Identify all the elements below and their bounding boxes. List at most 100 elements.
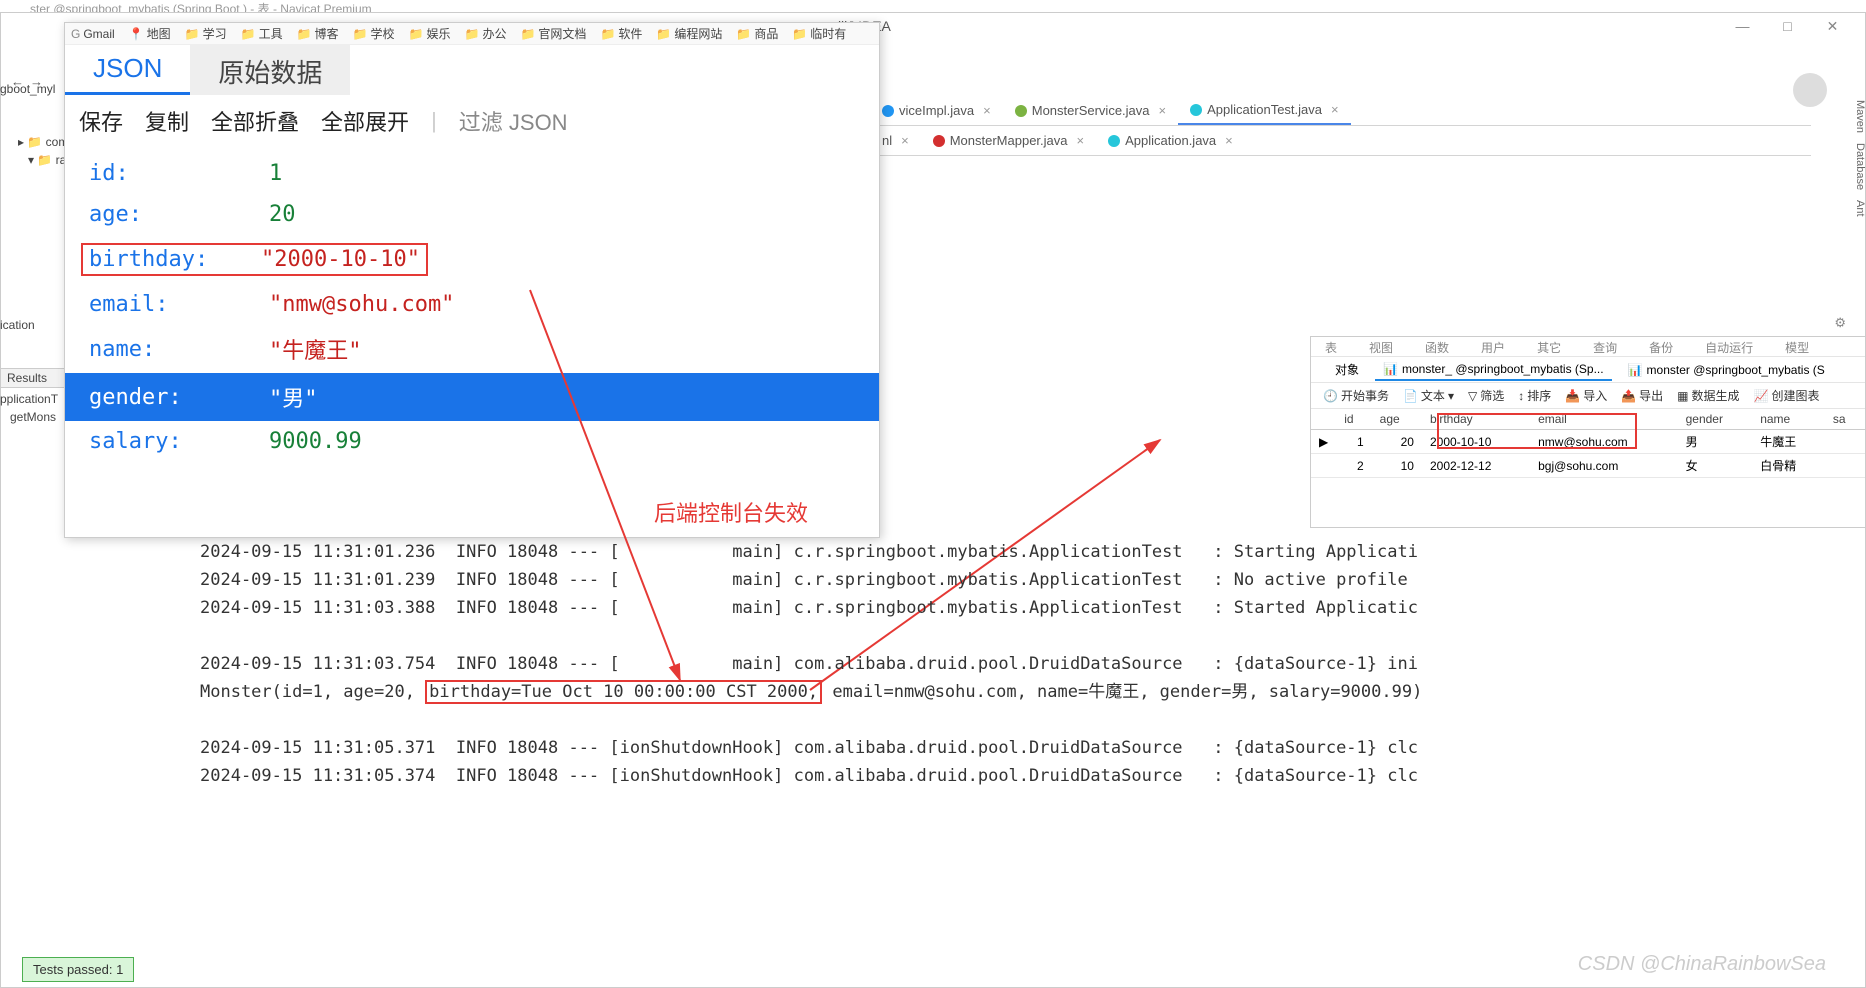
navicat-menu-item[interactable]: 模型 bbox=[1785, 339, 1809, 354]
bookmark-item[interactable]: 📁 编程网站 bbox=[656, 25, 722, 42]
navicat-menu-item[interactable]: 自动运行 bbox=[1705, 339, 1753, 354]
bookmark-item[interactable]: 📁 博客 bbox=[297, 25, 339, 42]
bookmark-item[interactable]: 📁 软件 bbox=[600, 25, 642, 42]
window-close-button[interactable]: ✕ bbox=[1810, 18, 1855, 35]
table-row[interactable]: 2102002-12-12bgj@sohu.com女白骨精 bbox=[1311, 454, 1865, 478]
right-tool-strip: MavenDatabaseAnt bbox=[1834, 96, 1866, 221]
annotation-backend-console-ineffective: 后端控制台失效 bbox=[654, 496, 808, 528]
close-icon[interactable]: × bbox=[1077, 133, 1085, 148]
editor-tab[interactable]: Application.java× bbox=[1096, 126, 1245, 155]
toolbar-separator: | bbox=[431, 108, 437, 134]
project-breadcrumb-fragment: gboot_myl bbox=[0, 82, 65, 96]
bookmark-item[interactable]: 📁 商品 bbox=[736, 25, 778, 42]
bookmark-item[interactable]: 📁 临时有 bbox=[792, 25, 846, 42]
json-body: id:1age:20birthday:"2000-10-10"email:"nm… bbox=[65, 147, 879, 468]
column-header[interactable]: name bbox=[1752, 409, 1825, 430]
save-button[interactable]: 保存 bbox=[79, 105, 123, 137]
navicat-menu-item[interactable]: 表 bbox=[1325, 339, 1337, 354]
export-button[interactable]: 📤 导出 bbox=[1621, 387, 1663, 404]
console-line: 2024-09-15 11:31:01.239 INFO 18048 --- [… bbox=[200, 566, 1846, 594]
navicat-menu-item[interactable]: 查询 bbox=[1593, 339, 1617, 354]
json-view-tabs: JSON 原始数据 bbox=[65, 45, 879, 95]
close-icon[interactable]: × bbox=[983, 103, 991, 118]
test-results-label[interactable]: Results bbox=[0, 368, 65, 388]
editor-tab[interactable]: MonsterMapper.java× bbox=[921, 126, 1096, 155]
close-icon[interactable]: × bbox=[1331, 102, 1339, 117]
bookmark-item[interactable]: 📁 娱乐 bbox=[409, 25, 451, 42]
navicat-tab-monster1[interactable]: 📊 monster_ @springboot_mybatis (Sp... bbox=[1375, 359, 1612, 381]
bookmark-item[interactable]: 📍 地图 bbox=[129, 25, 171, 42]
tool-maven[interactable]: Maven bbox=[1834, 96, 1866, 137]
editor-tabs-row1: viceImpl.java×MonsterService.java×Applic… bbox=[870, 96, 1811, 126]
column-header[interactable]: sa bbox=[1825, 409, 1865, 430]
tool-ant[interactable]: Ant bbox=[1834, 196, 1866, 221]
console-line: 2024-09-15 11:31:01.236 INFO 18048 --- [… bbox=[200, 538, 1846, 566]
tab-raw-data[interactable]: 原始数据 bbox=[190, 45, 350, 95]
window-minimize-button[interactable]: — bbox=[1720, 18, 1765, 34]
navicat-menu-item[interactable]: 其它 bbox=[1537, 339, 1561, 354]
json-row-gender[interactable]: gender:"男" bbox=[65, 373, 879, 421]
begin-transaction-button[interactable]: 🕘 开始事务 bbox=[1323, 387, 1389, 404]
tab-json[interactable]: JSON bbox=[65, 45, 190, 95]
sort-button[interactable]: ↕ 排序 bbox=[1518, 387, 1551, 404]
bookmark-bar: G Gmail 📍 地图 📁 学习 📁 工具 📁 博客 📁 学校 📁 娱乐 📁 办公 📁 官网文… bbox=[65, 23, 879, 45]
column-header[interactable]: gender bbox=[1678, 409, 1753, 430]
filter-json-input[interactable]: 过滤 JSON bbox=[459, 105, 568, 137]
navicat-menu-item[interactable]: 视图 bbox=[1369, 339, 1393, 354]
bookmark-item[interactable]: G Gmail bbox=[71, 27, 115, 41]
watermark: CSDN @ChinaRainbowSea bbox=[1578, 953, 1826, 976]
json-row-salary[interactable]: salary:9000.99 bbox=[65, 421, 879, 462]
collapse-all-button[interactable]: 全部折叠 bbox=[211, 105, 299, 137]
close-icon[interactable]: × bbox=[901, 133, 909, 148]
import-button[interactable]: 📥 导入 bbox=[1565, 387, 1607, 404]
json-row-id[interactable]: id:1 bbox=[65, 153, 879, 194]
close-icon[interactable]: × bbox=[1159, 103, 1167, 118]
editor-tab[interactable]: ApplicationTest.java× bbox=[1178, 96, 1351, 125]
navicat-tab-objects[interactable]: 对象 bbox=[1327, 358, 1367, 381]
application-panel-label[interactable]: ication bbox=[0, 318, 65, 332]
close-icon[interactable]: × bbox=[1225, 133, 1233, 148]
tool-database[interactable]: Database bbox=[1834, 139, 1866, 194]
editor-tab[interactable]: MonsterService.java× bbox=[1003, 96, 1178, 125]
editor-tabs-row2: nl×MonsterMapper.java×Application.java× bbox=[870, 126, 1811, 156]
column-header[interactable]: id bbox=[1336, 409, 1371, 430]
text-button[interactable]: 📄 文本 ▾ bbox=[1403, 387, 1454, 404]
navicat-toolbar: 🕘 开始事务 📄 文本 ▾ ▽ 筛选 ↕ 排序 📥 导入 📤 导出 ▦ 数据生成… bbox=[1311, 383, 1865, 409]
copy-button[interactable]: 复制 bbox=[145, 105, 189, 137]
bookmark-item[interactable]: 📁 办公 bbox=[465, 25, 507, 42]
test-node-applicationtest[interactable]: pplicationT bbox=[0, 392, 65, 406]
settings-gear-icon[interactable]: ⚙ bbox=[1834, 315, 1846, 331]
console-line: 2024-09-15 11:31:03.388 INFO 18048 --- [… bbox=[200, 594, 1846, 622]
json-viewer-window: G Gmail 📍 地图 📁 学习 📁 工具 📁 博客 📁 学校 📁 娱乐 📁 办公 📁 官网文… bbox=[64, 22, 880, 538]
bookmark-item[interactable]: 📁 学习 bbox=[185, 25, 227, 42]
annotation-grid-highlight bbox=[1437, 413, 1637, 449]
console-line: Monster(id=1, age=20, birthday=Tue Oct 1… bbox=[200, 678, 1846, 706]
json-row-age[interactable]: age:20 bbox=[65, 194, 879, 235]
console-line: 2024-09-15 11:31:05.371 INFO 18048 --- [… bbox=[200, 734, 1846, 762]
navicat-tabs: 对象 📊 monster_ @springboot_mybatis (Sp...… bbox=[1311, 357, 1865, 383]
expand-all-button[interactable]: 全部展开 bbox=[321, 105, 409, 137]
navicat-menu-item[interactable]: 函数 bbox=[1425, 339, 1449, 354]
navicat-data-window: 表 视图 函数 用户 其它 查询 备份 自动运行 模型 对象 📊 monster_ @sprin… bbox=[1310, 336, 1866, 528]
datagen-button[interactable]: ▦ 数据生成 bbox=[1677, 387, 1739, 404]
console-line: 2024-09-15 11:31:03.754 INFO 18048 --- [… bbox=[200, 650, 1846, 678]
bookmark-item[interactable]: 📁 学校 bbox=[353, 25, 395, 42]
navicat-top-menu: 表 视图 函数 用户 其它 查询 备份 自动运行 模型 bbox=[1311, 337, 1865, 357]
json-row-birthday[interactable]: birthday:"2000-10-10" bbox=[65, 235, 879, 284]
navicat-tab-monster2[interactable]: 📊 monster @springboot_mybatis (S bbox=[1620, 360, 1833, 380]
json-row-name[interactable]: name:"牛魔王" bbox=[65, 325, 879, 373]
column-header[interactable]: age bbox=[1372, 409, 1422, 430]
chart-button[interactable]: 📈 创建图表 bbox=[1754, 387, 1820, 404]
console-line bbox=[200, 706, 1846, 734]
console-output: 2024-09-15 11:31:01.236 INFO 18048 --- [… bbox=[200, 538, 1846, 790]
window-maximize-button[interactable]: □ bbox=[1765, 18, 1810, 34]
console-line bbox=[200, 622, 1846, 650]
bookmark-item[interactable]: 📁 官网文档 bbox=[520, 25, 586, 42]
bookmark-item[interactable]: 📁 工具 bbox=[241, 25, 283, 42]
json-row-email[interactable]: email:"nmw@sohu.com" bbox=[65, 284, 879, 325]
filter-button[interactable]: ▽ 筛选 bbox=[1468, 387, 1504, 404]
navicat-menu-item[interactable]: 备份 bbox=[1649, 339, 1673, 354]
json-toolbar: 保存 复制 全部折叠 全部展开 | 过滤 JSON bbox=[65, 95, 879, 147]
navicat-menu-item[interactable]: 用户 bbox=[1481, 339, 1505, 354]
editor-tab[interactable]: viceImpl.java× bbox=[870, 96, 1003, 125]
